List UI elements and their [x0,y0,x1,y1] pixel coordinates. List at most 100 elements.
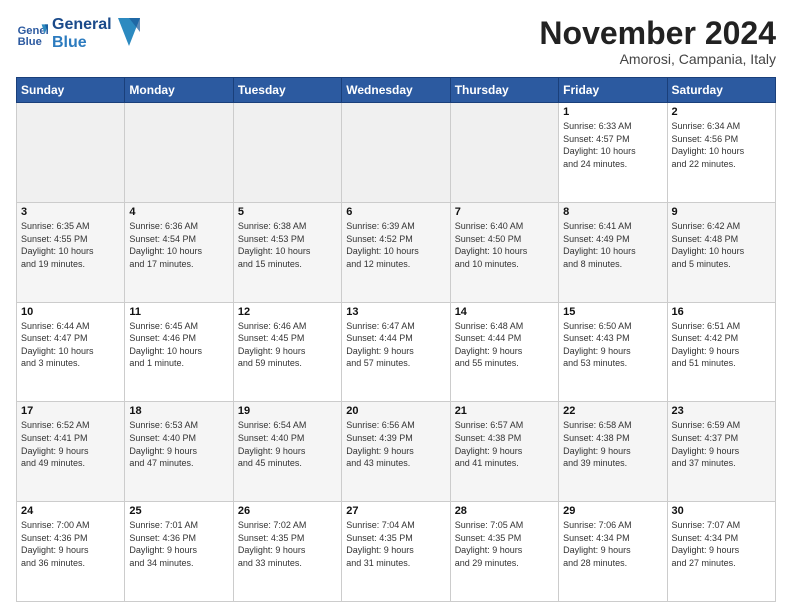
day-number: 3 [21,206,120,218]
logo-icon: General Blue [16,18,48,50]
calendar-cell: 26 Sunrise: 7:02 AM Sunset: 4:35 PM Dayli… [233,502,341,602]
day-detail: Sunrise: 6:45 AM Sunset: 4:46 PM Dayligh… [129,320,228,370]
day-number: 23 [672,405,771,417]
day-number: 7 [455,206,554,218]
day-number: 17 [21,405,120,417]
calendar-cell: 28 Sunrise: 7:05 AM Sunset: 4:35 PM Dayli… [450,502,558,602]
day-detail: Sunrise: 6:48 AM Sunset: 4:44 PM Dayligh… [455,320,554,370]
day-number: 16 [672,306,771,318]
day-detail: Sunrise: 6:57 AM Sunset: 4:38 PM Dayligh… [455,419,554,469]
week-row-1: 1 Sunrise: 6:33 AM Sunset: 4:57 PM Daylig… [17,103,776,203]
day-detail: Sunrise: 6:54 AM Sunset: 4:40 PM Dayligh… [238,419,337,469]
calendar-cell: 30Sunrise: 7:07 AM Sunset: 4:34 PM Dayli… [667,502,775,602]
day-number: 1 [563,106,662,118]
day-detail: Sunrise: 7:01 AM Sunset: 4:36 PM Dayligh… [129,519,228,569]
day-detail: Sunrise: 6:39 AM Sunset: 4:52 PM Dayligh… [346,220,445,270]
calendar-cell: 18Sunrise: 6:53 AM Sunset: 4:40 PM Dayli… [125,402,233,502]
calendar-cell [233,103,341,203]
calendar-cell: 29 Sunrise: 7:06 AM Sunset: 4:34 PM Dayli… [559,502,667,602]
day-detail: Sunrise: 6:52 AM Sunset: 4:41 PM Dayligh… [21,419,120,469]
calendar-cell [125,103,233,203]
day-number: 26 [238,505,337,517]
col-wednesday: Wednesday [342,78,450,103]
calendar-cell: 17 Sunrise: 6:52 AM Sunset: 4:41 PM Dayli… [17,402,125,502]
month-title: November 2024 [539,16,776,51]
day-number: 25 [129,505,228,517]
day-detail: Sunrise: 6:47 AM Sunset: 4:44 PM Dayligh… [346,320,445,370]
day-number: 14 [455,306,554,318]
logo: General Blue General Blue [16,16,140,53]
day-detail: Sunrise: 6:46 AM Sunset: 4:45 PM Dayligh… [238,320,337,370]
calendar-cell: 21Sunrise: 6:57 AM Sunset: 4:38 PM Dayli… [450,402,558,502]
day-number: 27 [346,505,445,517]
day-detail: Sunrise: 6:34 AM Sunset: 4:56 PM Dayligh… [672,120,771,170]
day-number: 2 [672,106,771,118]
calendar-cell: 27Sunrise: 7:04 AM Sunset: 4:35 PM Dayli… [342,502,450,602]
calendar-cell: 3 Sunrise: 6:35 AM Sunset: 4:55 PM Daylig… [17,202,125,302]
day-detail: Sunrise: 6:41 AM Sunset: 4:49 PM Dayligh… [563,220,662,270]
day-detail: Sunrise: 6:35 AM Sunset: 4:55 PM Dayligh… [21,220,120,270]
col-tuesday: Tuesday [233,78,341,103]
calendar-cell [450,103,558,203]
day-detail: Sunrise: 6:38 AM Sunset: 4:53 PM Dayligh… [238,220,337,270]
week-row-2: 3 Sunrise: 6:35 AM Sunset: 4:55 PM Daylig… [17,202,776,302]
calendar-cell: 9Sunrise: 6:42 AM Sunset: 4:48 PM Daylig… [667,202,775,302]
week-row-5: 24 Sunrise: 7:00 AM Sunset: 4:36 PM Dayli… [17,502,776,602]
calendar-cell: 13 Sunrise: 6:47 AM Sunset: 4:44 PM Dayli… [342,302,450,402]
day-number: 8 [563,206,662,218]
day-number: 11 [129,306,228,318]
day-number: 20 [346,405,445,417]
calendar-cell: 11 Sunrise: 6:45 AM Sunset: 4:46 PM Dayli… [125,302,233,402]
calendar-cell: 5 Sunrise: 6:38 AM Sunset: 4:53 PM Daylig… [233,202,341,302]
day-detail: Sunrise: 7:02 AM Sunset: 4:35 PM Dayligh… [238,519,337,569]
calendar-cell: 20 Sunrise: 6:56 AM Sunset: 4:39 PM Dayli… [342,402,450,502]
calendar-cell: 22 Sunrise: 6:58 AM Sunset: 4:38 PM Dayli… [559,402,667,502]
day-detail: Sunrise: 7:00 AM Sunset: 4:36 PM Dayligh… [21,519,120,569]
day-detail: Sunrise: 6:58 AM Sunset: 4:38 PM Dayligh… [563,419,662,469]
week-row-4: 17 Sunrise: 6:52 AM Sunset: 4:41 PM Dayli… [17,402,776,502]
calendar-cell: 10Sunrise: 6:44 AM Sunset: 4:47 PM Dayli… [17,302,125,402]
page: General Blue General Blue November 2024 … [0,0,792,612]
calendar-cell: 19Sunrise: 6:54 AM Sunset: 4:40 PM Dayli… [233,402,341,502]
calendar-cell: 7Sunrise: 6:40 AM Sunset: 4:50 PM Daylig… [450,202,558,302]
day-number: 28 [455,505,554,517]
calendar-cell [342,103,450,203]
day-number: 15 [563,306,662,318]
logo-text-line1: General [52,16,112,34]
calendar-cell [17,103,125,203]
day-number: 22 [563,405,662,417]
day-number: 6 [346,206,445,218]
day-detail: Sunrise: 6:51 AM Sunset: 4:42 PM Dayligh… [672,320,771,370]
calendar-cell: 2 Sunrise: 6:34 AM Sunset: 4:56 PM Daylig… [667,103,775,203]
calendar-table: Sunday Monday Tuesday Wednesday Thursday… [16,77,776,602]
day-detail: Sunrise: 7:06 AM Sunset: 4:34 PM Dayligh… [563,519,662,569]
day-detail: Sunrise: 6:33 AM Sunset: 4:57 PM Dayligh… [563,120,662,170]
day-detail: Sunrise: 6:59 AM Sunset: 4:37 PM Dayligh… [672,419,771,469]
day-number: 30 [672,505,771,517]
day-number: 13 [346,306,445,318]
logo-triangle-icon [118,18,140,46]
col-sunday: Sunday [17,78,125,103]
day-detail: Sunrise: 6:53 AM Sunset: 4:40 PM Dayligh… [129,419,228,469]
day-number: 29 [563,505,662,517]
day-number: 24 [21,505,120,517]
calendar-cell: 25 Sunrise: 7:01 AM Sunset: 4:36 PM Dayli… [125,502,233,602]
calendar-cell: 1 Sunrise: 6:33 AM Sunset: 4:57 PM Daylig… [559,103,667,203]
col-friday: Friday [559,78,667,103]
calendar-cell: 8 Sunrise: 6:41 AM Sunset: 4:49 PM Daylig… [559,202,667,302]
logo-text-line2: Blue [52,34,112,52]
calendar-cell: 16 Sunrise: 6:51 AM Sunset: 4:42 PM Dayli… [667,302,775,402]
day-number: 12 [238,306,337,318]
col-thursday: Thursday [450,78,558,103]
header: General Blue General Blue November 2024 … [16,16,776,67]
col-saturday: Saturday [667,78,775,103]
svg-text:Blue: Blue [18,37,42,49]
title-block: November 2024 Amorosi, Campania, Italy [539,16,776,67]
day-detail: Sunrise: 7:05 AM Sunset: 4:35 PM Dayligh… [455,519,554,569]
day-detail: Sunrise: 6:56 AM Sunset: 4:39 PM Dayligh… [346,419,445,469]
day-detail: Sunrise: 6:44 AM Sunset: 4:47 PM Dayligh… [21,320,120,370]
location-subtitle: Amorosi, Campania, Italy [539,51,776,67]
col-monday: Monday [125,78,233,103]
day-number: 5 [238,206,337,218]
calendar-cell: 23 Sunrise: 6:59 AM Sunset: 4:37 PM Dayli… [667,402,775,502]
